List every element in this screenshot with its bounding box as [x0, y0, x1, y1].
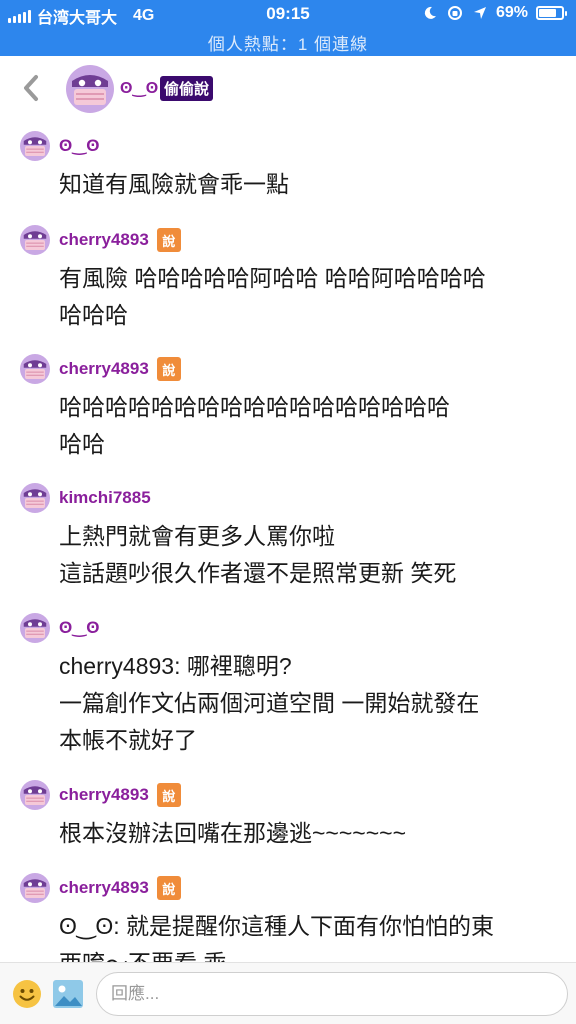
chat-header: ʘ‿ʘ 偷偷說 — [0, 56, 576, 122]
location-icon — [473, 7, 486, 19]
message-author[interactable]: cherry4893 — [59, 878, 149, 898]
message-author[interactable]: cherry4893 — [59, 785, 149, 805]
message-author[interactable]: cherry4893 — [59, 359, 149, 379]
moon-icon — [424, 6, 436, 19]
chevron-left-icon — [24, 75, 38, 101]
anonymous-tag: 偷偷說 — [160, 76, 214, 101]
back-button[interactable] — [16, 70, 46, 106]
avatar[interactable] — [66, 65, 114, 113]
status-bar: 台湾大哥大 4G 09:15 69% 個人熱點：1 個連線 — [0, 0, 576, 56]
avatar[interactable] — [20, 483, 50, 513]
hotspot-label: 個人熱點：1 個連線 — [207, 35, 369, 54]
message-text: ʘ‿ʘ: 就是提醒你這種人下面有你怕怕的東 西唷～不要看 乖 — [59, 913, 495, 962]
message-author[interactable]: ʘ‿ʘ — [59, 136, 100, 156]
message-text: 知道有風險就會乖一點 — [59, 171, 289, 197]
avatar[interactable] — [20, 873, 50, 903]
status-right: 69% — [422, 4, 567, 22]
message-text: 上熱門就會有更多人罵你啦 這話題吵很久作者還不是照常更新 笑死 — [59, 523, 457, 586]
message-author[interactable]: kimchi7885 — [59, 488, 151, 508]
say-badge: 說 — [156, 876, 181, 900]
say-badge: 說 — [156, 357, 181, 381]
message-text: 哈哈哈哈哈哈哈哈哈哈哈哈哈哈哈哈哈 哈哈 — [59, 394, 450, 457]
say-badge: 說 — [156, 783, 181, 807]
message-author[interactable]: cherry4893 — [59, 230, 149, 250]
message-author[interactable]: ʘ‿ʘ — [59, 618, 100, 638]
avatar[interactable] — [20, 225, 50, 255]
avatar[interactable] — [20, 613, 50, 643]
reply-input[interactable] — [96, 972, 568, 1016]
image-icon[interactable] — [52, 979, 84, 1009]
say-badge: 說 — [156, 228, 181, 252]
orientation-lock-icon — [447, 6, 462, 20]
avatar[interactable] — [20, 131, 50, 161]
avatar[interactable] — [20, 354, 50, 384]
message-list[interactable]: ʘ‿ʘ 知道有風險就會乖一點 cherry4893 說 有風險 哈哈哈哈哈阿哈哈… — [0, 122, 576, 962]
message-text: 有風險 哈哈哈哈哈阿哈哈 哈哈阿哈哈哈哈 哈哈哈 — [59, 265, 486, 328]
avatar[interactable] — [20, 780, 50, 810]
composer-bar — [0, 962, 576, 1024]
battery-percent: 69% — [495, 4, 528, 21]
message-text: 根本沒辦法回嘴在那邊逃~~~~~~~ — [59, 820, 407, 846]
battery-icon — [536, 6, 567, 20]
emoji-icon[interactable] — [12, 979, 42, 1009]
message-text: cherry4893: 哪裡聰明? 一篇創作文佔兩個河道空間 一開始就發在 本帳… — [59, 653, 480, 753]
header-username[interactable]: ʘ‿ʘ — [120, 78, 158, 98]
